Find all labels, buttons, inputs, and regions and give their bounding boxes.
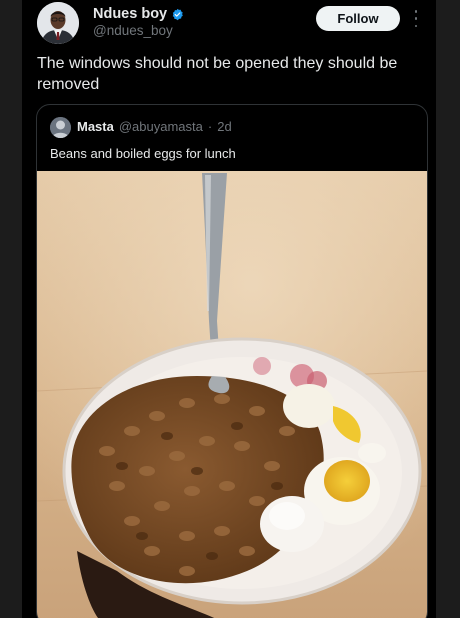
quoted-timestamp[interactable]: 2d — [217, 119, 231, 134]
tweet-text: The windows should not be opened they sh… — [37, 55, 398, 93]
beans-and-eggs-photo — [37, 171, 427, 618]
tweet-card: Ndues boy @ndues_boy Follow The windows … — [22, 0, 436, 618]
quoted-author-name[interactable]: Masta — [77, 119, 114, 134]
author-avatar[interactable] — [37, 2, 79, 44]
quoted-author-avatar[interactable] — [50, 117, 71, 138]
quoted-photo[interactable] — [37, 171, 427, 618]
quoted-tweet[interactable]: Masta @abuyamasta · 2d Beans and boiled … — [36, 104, 428, 618]
quoted-header: Masta @abuyamasta · 2d — [77, 119, 232, 134]
quoted-text: Beans and boiled eggs for lunch — [50, 146, 236, 161]
follow-button[interactable]: Follow — [316, 6, 400, 31]
author-display-name[interactable]: Ndues boy — [93, 6, 167, 22]
more-dot — [414, 24, 418, 27]
author-name-row[interactable]: Ndues boy — [93, 6, 184, 22]
more-dot — [414, 17, 418, 20]
author-avatar-image — [37, 2, 79, 44]
more-options-icon[interactable] — [413, 10, 419, 27]
author-handle[interactable]: @ndues_boy — [93, 23, 173, 38]
quoted-avatar-image — [50, 117, 71, 138]
quoted-author-handle[interactable]: @abuyamasta — [119, 119, 203, 134]
verified-badge-icon — [172, 8, 183, 20]
quoted-separator: · — [207, 119, 213, 134]
more-dot — [414, 10, 418, 13]
